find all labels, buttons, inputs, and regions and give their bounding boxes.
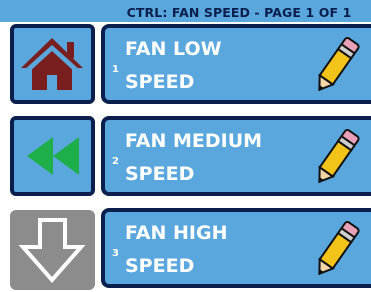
item-number: 3	[112, 248, 119, 259]
list-item-fan-high-speed[interactable]: 3 FAN HIGH SPEED	[101, 208, 371, 288]
down-arrow-icon	[18, 218, 86, 284]
page-title: CTRL: FAN SPEED - PAGE 1 OF 1	[126, 5, 352, 20]
home-button[interactable]	[10, 24, 95, 104]
back-button[interactable]	[10, 116, 95, 196]
pencil-icon[interactable]	[306, 127, 366, 189]
pencil-icon[interactable]	[306, 35, 366, 97]
item-label: FAN LOW SPEED	[125, 38, 222, 93]
item-number: 1	[112, 64, 119, 75]
item-label: FAN HIGH SPEED	[125, 222, 228, 277]
rewind-icon	[27, 137, 79, 175]
next-page-button[interactable]	[10, 210, 95, 290]
item-number: 2	[112, 156, 119, 167]
pencil-icon[interactable]	[306, 219, 366, 281]
item-label: FAN MEDIUM SPEED	[125, 130, 263, 185]
list-item-fan-low-speed[interactable]: 1 FAN LOW SPEED	[101, 24, 371, 104]
list-item-fan-medium-speed[interactable]: 2 FAN MEDIUM SPEED	[101, 116, 371, 196]
header-bar: CTRL: FAN SPEED - PAGE 1 OF 1	[0, 0, 371, 22]
home-icon	[21, 38, 83, 90]
